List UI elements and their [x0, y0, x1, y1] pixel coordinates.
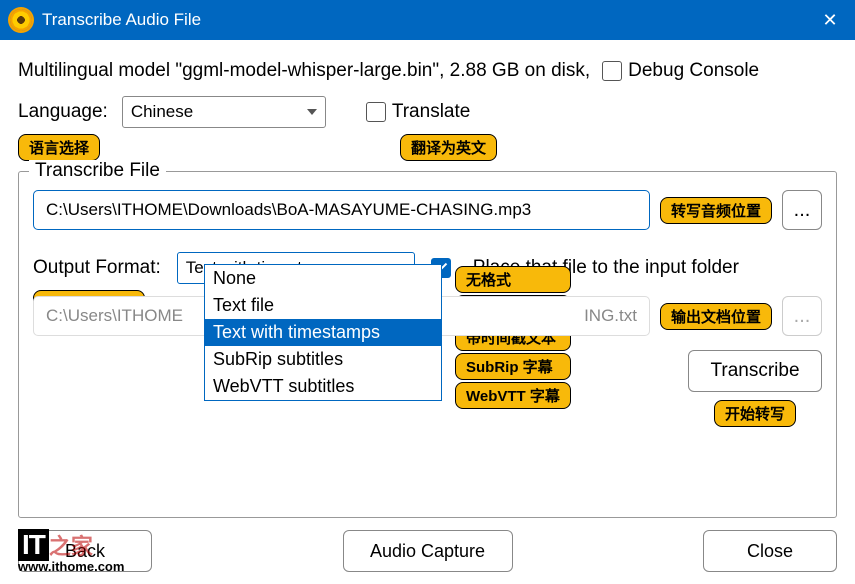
transcribe-file-group: Transcribe File C:\Users\ITHOME\Download…: [18, 171, 837, 518]
watermark-it: IT: [18, 529, 49, 561]
model-info: Multilingual model "ggml-model-whisper-l…: [18, 60, 590, 82]
translate-checkbox[interactable]: [366, 102, 386, 122]
close-button[interactable]: Close: [703, 530, 837, 572]
dropdown-item-timestamps[interactable]: Text with timestamps: [205, 319, 441, 346]
transcribe-file-legend: Transcribe File: [29, 160, 166, 182]
dropdown-item-webvtt[interactable]: WebVTT subtitles: [205, 373, 441, 400]
chevron-down-icon: [307, 109, 317, 115]
dropdown-item-none[interactable]: None: [205, 265, 441, 292]
translate-tag: 翻译为英文: [400, 134, 497, 161]
output-format-label: Output Format:: [33, 257, 161, 279]
tag-none: 无格式: [455, 266, 571, 293]
language-tag: 语言选择: [18, 134, 100, 161]
language-label: Language:: [18, 101, 108, 123]
debug-console-label: Debug Console: [628, 60, 759, 82]
translate-label: Translate: [392, 101, 471, 123]
language-value: Chinese: [131, 102, 193, 122]
output-path-left: C:\Users\ITHOME: [46, 306, 183, 326]
output-format-dropdown[interactable]: None Text file Text with timestamps SubR…: [204, 264, 442, 401]
watermark: IT之家 www.ithome.com: [18, 529, 124, 574]
language-select[interactable]: Chinese: [122, 96, 326, 128]
input-path-value: C:\Users\ITHOME\Downloads\BoA-MASAYUME-C…: [46, 200, 531, 220]
tag-subrip: SubRip 字幕: [455, 353, 571, 380]
transcribe-button[interactable]: Transcribe: [688, 350, 822, 392]
watermark-url: www.ithome.com: [18, 559, 124, 574]
audio-capture-button[interactable]: Audio Capture: [343, 530, 513, 572]
titlebar: Transcribe Audio File ✕: [0, 0, 855, 40]
dropdown-item-textfile[interactable]: Text file: [205, 292, 441, 319]
close-icon[interactable]: ✕: [805, 0, 855, 40]
output-path-tag: 输出文档位置: [660, 303, 772, 330]
tag-webvtt: WebVTT 字幕: [455, 382, 571, 409]
app-icon: [10, 9, 32, 31]
dropdown-item-subrip[interactable]: SubRip subtitles: [205, 346, 441, 373]
transcribe-tag: 开始转写: [714, 400, 796, 427]
output-path-right: ING.txt: [584, 306, 637, 326]
browse-input-button[interactable]: ...: [782, 190, 822, 230]
window-title: Transcribe Audio File: [42, 10, 805, 30]
input-path-tag: 转写音频位置: [660, 197, 772, 224]
watermark-zhijia: 之家: [49, 534, 93, 559]
debug-console-checkbox[interactable]: [602, 61, 622, 81]
input-path-field[interactable]: C:\Users\ITHOME\Downloads\BoA-MASAYUME-C…: [33, 190, 650, 230]
browse-output-button[interactable]: ...: [782, 296, 822, 336]
